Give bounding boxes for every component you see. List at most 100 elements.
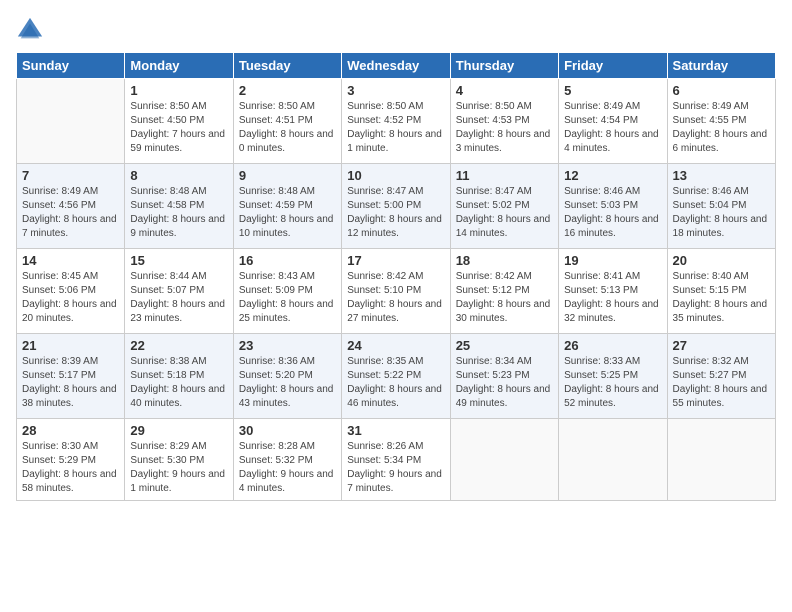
calendar-header-saturday: Saturday — [667, 53, 775, 79]
day-detail: Sunrise: 8:43 AMSunset: 5:09 PMDaylight:… — [239, 270, 336, 326]
day-detail: Sunrise: 8:44 AMSunset: 5:07 PMDaylight:… — [130, 270, 227, 326]
day-detail: Sunrise: 8:48 AMSunset: 4:59 PMDaylight:… — [239, 185, 336, 241]
day-number: 3 — [347, 83, 444, 98]
calendar-cell: 16Sunrise: 8:43 AMSunset: 5:09 PMDayligh… — [233, 249, 341, 334]
calendar-cell: 14Sunrise: 8:45 AMSunset: 5:06 PMDayligh… — [17, 249, 125, 334]
day-number: 26 — [564, 338, 661, 353]
day-detail: Sunrise: 8:50 AMSunset: 4:52 PMDaylight:… — [347, 100, 444, 156]
day-detail: Sunrise: 8:40 AMSunset: 5:15 PMDaylight:… — [673, 270, 770, 326]
day-number: 19 — [564, 253, 661, 268]
day-detail: Sunrise: 8:47 AMSunset: 5:02 PMDaylight:… — [456, 185, 553, 241]
calendar-cell: 8 Sunrise: 8:48 AMSunset: 4:58 PMDaylight… — [125, 164, 233, 249]
day-number: 6 — [673, 83, 770, 98]
day-number: 5 — [564, 83, 661, 98]
day-detail: Sunrise: 8:50 AMSunset: 4:51 PMDaylight:… — [239, 100, 336, 156]
day-number: 18 — [456, 253, 553, 268]
day-detail: Sunrise: 8:34 AMSunset: 5:23 PMDaylight:… — [456, 355, 553, 411]
day-number: 21 — [22, 338, 119, 353]
calendar-cell: 27Sunrise: 8:32 AMSunset: 5:27 PMDayligh… — [667, 334, 775, 419]
day-detail: Sunrise: 8:38 AMSunset: 5:18 PMDaylight:… — [130, 355, 227, 411]
calendar-cell: 12Sunrise: 8:46 AMSunset: 5:03 PMDayligh… — [559, 164, 667, 249]
day-number: 13 — [673, 168, 770, 183]
day-detail: Sunrise: 8:48 AMSunset: 4:58 PMDaylight:… — [130, 185, 227, 241]
calendar-cell: 31Sunrise: 8:26 AMSunset: 5:34 PMDayligh… — [342, 419, 450, 501]
calendar-week-row: 1Sunrise: 8:50 AMSunset: 4:50 PMDaylight… — [17, 79, 776, 164]
day-detail: Sunrise: 8:39 AMSunset: 5:17 PMDaylight:… — [22, 355, 119, 411]
calendar-header-monday: Monday — [125, 53, 233, 79]
day-number: 24 — [347, 338, 444, 353]
day-detail: Sunrise: 8:28 AMSunset: 5:32 PMDaylight:… — [239, 440, 336, 496]
logo — [16, 16, 48, 44]
calendar-week-row: 21 Sunrise: 8:39 AMSunset: 5:17 PMDayligh… — [17, 334, 776, 419]
calendar-week-row: 7 Sunrise: 8:49 AMSunset: 4:56 PMDaylight… — [17, 164, 776, 249]
day-detail: Sunrise: 8:46 AMSunset: 5:04 PMDaylight:… — [673, 185, 770, 241]
header — [16, 16, 776, 44]
day-number: 4 — [456, 83, 553, 98]
calendar-cell: 24 Sunrise: 8:35 AMSunset: 5:22 PMDayligh… — [342, 334, 450, 419]
day-detail: Sunrise: 8:49 AMSunset: 4:54 PMDaylight:… — [564, 100, 661, 156]
calendar-header-wednesday: Wednesday — [342, 53, 450, 79]
day-detail: Sunrise: 8:50 AMSunset: 4:50 PMDaylight:… — [130, 100, 227, 156]
day-detail: Sunrise: 8:30 AMSunset: 5:29 PMDaylight:… — [22, 440, 119, 496]
logo-icon — [16, 16, 44, 44]
day-number: 7 — [22, 168, 119, 183]
day-number: 11 — [456, 168, 553, 183]
calendar-cell: 5 Sunrise: 8:49 AMSunset: 4:54 PMDaylight… — [559, 79, 667, 164]
main-container: SundayMondayTuesdayWednesdayThursdayFrid… — [0, 0, 792, 612]
day-number: 27 — [673, 338, 770, 353]
day-number: 20 — [673, 253, 770, 268]
day-detail: Sunrise: 8:42 AMSunset: 5:12 PMDaylight:… — [456, 270, 553, 326]
day-detail: Sunrise: 8:50 AMSunset: 4:53 PMDaylight:… — [456, 100, 553, 156]
calendar-cell: 11 Sunrise: 8:47 AMSunset: 5:02 PMDayligh… — [450, 164, 558, 249]
day-number: 29 — [130, 423, 227, 438]
calendar-header-thursday: Thursday — [450, 53, 558, 79]
calendar-cell: 19 Sunrise: 8:41 AMSunset: 5:13 PMDayligh… — [559, 249, 667, 334]
calendar-cell: 4 Sunrise: 8:50 AMSunset: 4:53 PMDaylight… — [450, 79, 558, 164]
day-detail: Sunrise: 8:45 AMSunset: 5:06 PMDaylight:… — [22, 270, 119, 326]
day-detail: Sunrise: 8:49 AMSunset: 4:55 PMDaylight:… — [673, 100, 770, 156]
calendar-cell — [450, 419, 558, 501]
calendar-cell — [667, 419, 775, 501]
day-number: 28 — [22, 423, 119, 438]
calendar-cell: 6 Sunrise: 8:49 AMSunset: 4:55 PMDaylight… — [667, 79, 775, 164]
calendar-cell: 20 Sunrise: 8:40 AMSunset: 5:15 PMDayligh… — [667, 249, 775, 334]
calendar-cell: 30 Sunrise: 8:28 AMSunset: 5:32 PMDayligh… — [233, 419, 341, 501]
day-detail: Sunrise: 8:49 AMSunset: 4:56 PMDaylight:… — [22, 185, 119, 241]
calendar-cell: 22 Sunrise: 8:38 AMSunset: 5:18 PMDayligh… — [125, 334, 233, 419]
day-detail: Sunrise: 8:41 AMSunset: 5:13 PMDaylight:… — [564, 270, 661, 326]
calendar-cell: 21 Sunrise: 8:39 AMSunset: 5:17 PMDayligh… — [17, 334, 125, 419]
day-number: 2 — [239, 83, 336, 98]
day-detail: Sunrise: 8:46 AMSunset: 5:03 PMDaylight:… — [564, 185, 661, 241]
day-detail: Sunrise: 8:33 AMSunset: 5:25 PMDaylight:… — [564, 355, 661, 411]
calendar-cell — [17, 79, 125, 164]
calendar-header-friday: Friday — [559, 53, 667, 79]
day-detail: Sunrise: 8:36 AMSunset: 5:20 PMDaylight:… — [239, 355, 336, 411]
calendar-cell: 2 Sunrise: 8:50 AMSunset: 4:51 PMDaylight… — [233, 79, 341, 164]
calendar-table: SundayMondayTuesdayWednesdayThursdayFrid… — [16, 52, 776, 501]
calendar-cell: 26 Sunrise: 8:33 AMSunset: 5:25 PMDayligh… — [559, 334, 667, 419]
day-detail: Sunrise: 8:42 AMSunset: 5:10 PMDaylight:… — [347, 270, 444, 326]
day-number: 10 — [347, 168, 444, 183]
day-number: 31 — [347, 423, 444, 438]
calendar-cell: 3 Sunrise: 8:50 AMSunset: 4:52 PMDaylight… — [342, 79, 450, 164]
calendar-cell: 15 Sunrise: 8:44 AMSunset: 5:07 PMDayligh… — [125, 249, 233, 334]
calendar-week-row: 14Sunrise: 8:45 AMSunset: 5:06 PMDayligh… — [17, 249, 776, 334]
calendar-cell: 23 Sunrise: 8:36 AMSunset: 5:20 PMDayligh… — [233, 334, 341, 419]
day-number: 30 — [239, 423, 336, 438]
calendar-cell: 25 Sunrise: 8:34 AMSunset: 5:23 PMDayligh… — [450, 334, 558, 419]
calendar-week-row: 28 Sunrise: 8:30 AMSunset: 5:29 PMDayligh… — [17, 419, 776, 501]
day-number: 25 — [456, 338, 553, 353]
calendar-cell: 29 Sunrise: 8:29 AMSunset: 5:30 PMDayligh… — [125, 419, 233, 501]
calendar-cell: 9Sunrise: 8:48 AMSunset: 4:59 PMDaylight… — [233, 164, 341, 249]
day-number: 22 — [130, 338, 227, 353]
day-number: 8 — [130, 168, 227, 183]
calendar-cell: 13 Sunrise: 8:46 AMSunset: 5:04 PMDayligh… — [667, 164, 775, 249]
day-detail: Sunrise: 8:29 AMSunset: 5:30 PMDaylight:… — [130, 440, 227, 496]
calendar-cell: 28 Sunrise: 8:30 AMSunset: 5:29 PMDayligh… — [17, 419, 125, 501]
calendar-cell: 7 Sunrise: 8:49 AMSunset: 4:56 PMDaylight… — [17, 164, 125, 249]
day-detail: Sunrise: 8:35 AMSunset: 5:22 PMDaylight:… — [347, 355, 444, 411]
calendar-cell: 18 Sunrise: 8:42 AMSunset: 5:12 PMDayligh… — [450, 249, 558, 334]
calendar-cell: 10Sunrise: 8:47 AMSunset: 5:00 PMDayligh… — [342, 164, 450, 249]
day-number: 23 — [239, 338, 336, 353]
day-number: 15 — [130, 253, 227, 268]
